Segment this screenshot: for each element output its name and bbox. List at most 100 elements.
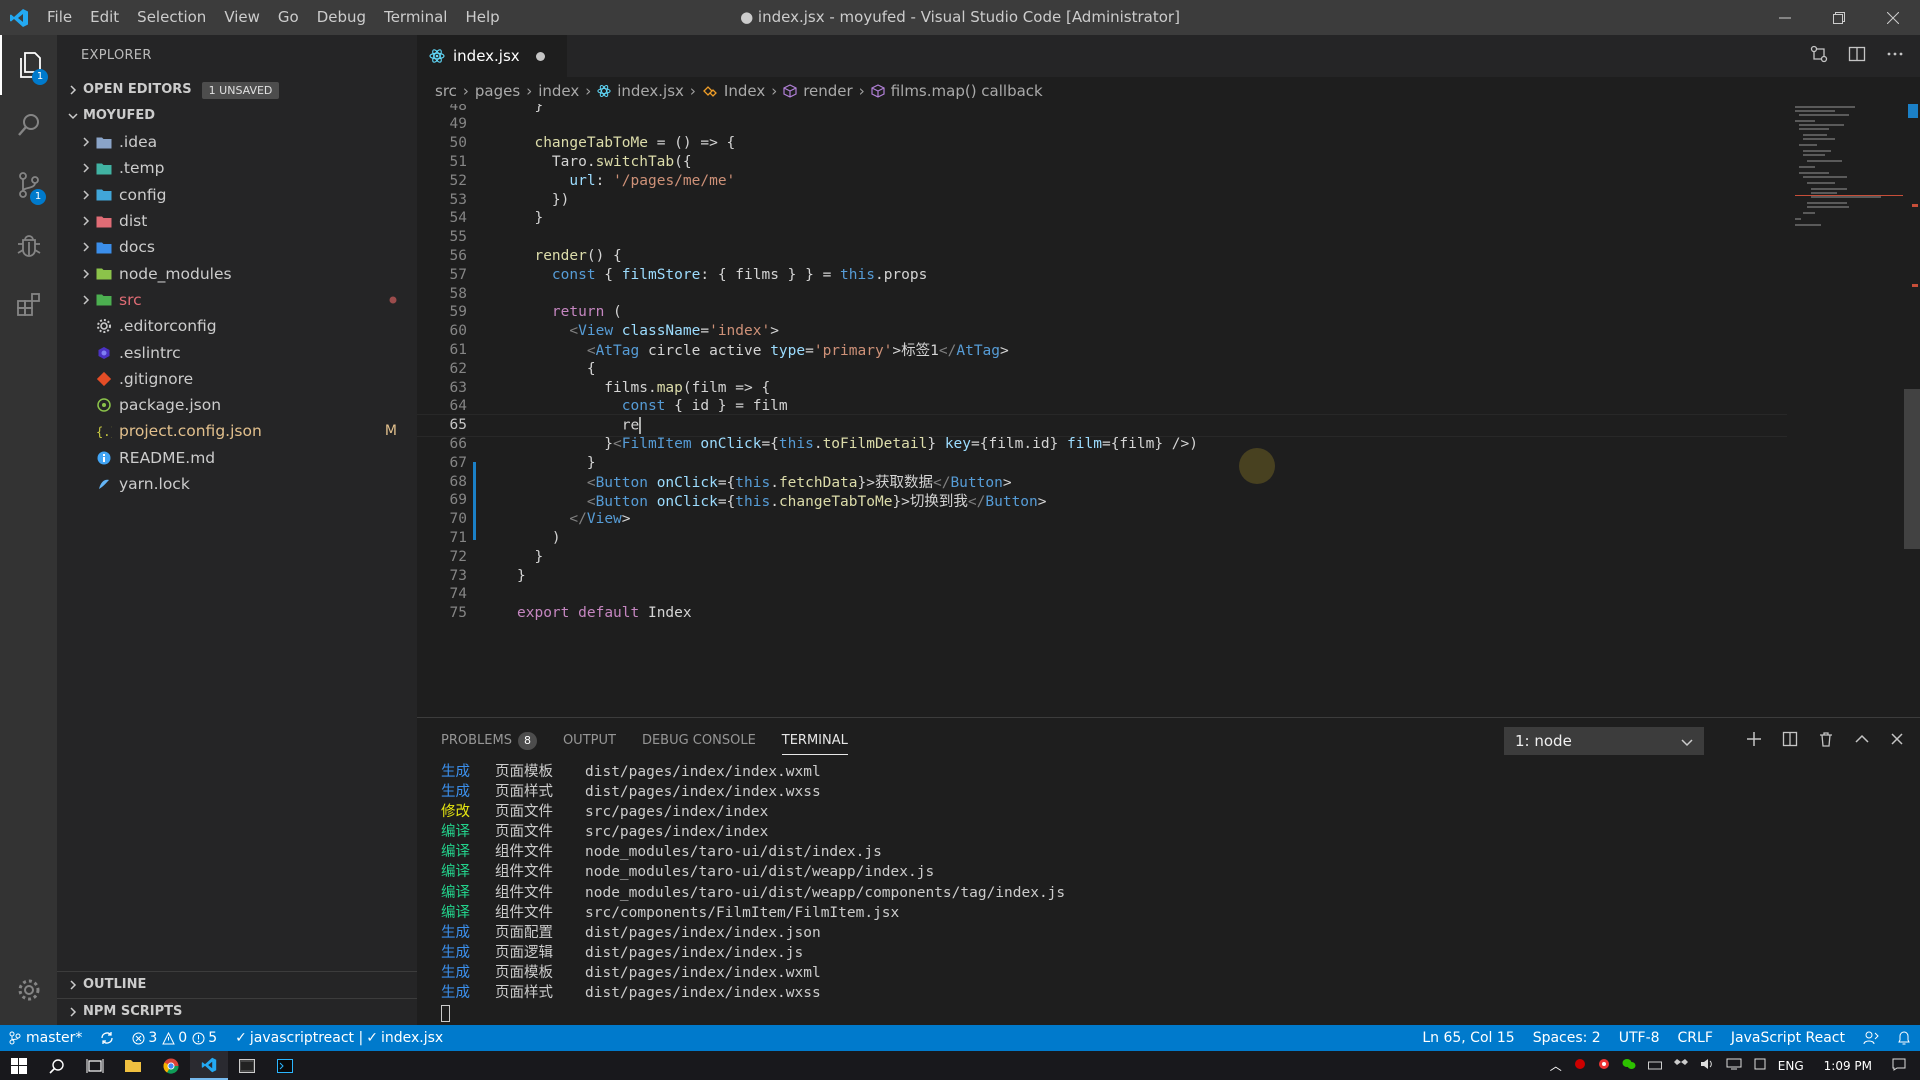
terminal-app-icon[interactable] (266, 1051, 304, 1080)
more-actions-icon[interactable] (1886, 45, 1904, 67)
open-changes-icon[interactable] (1810, 45, 1828, 67)
tray-dropbox-icon[interactable] (1668, 1058, 1694, 1073)
tree-folder[interactable]: docs (57, 234, 417, 260)
menu-help[interactable]: Help (456, 0, 508, 35)
tray-chevron-up-icon[interactable]: ︿ (1544, 1057, 1568, 1074)
editor-scrollbar[interactable] (1904, 104, 1920, 717)
trash-icon[interactable] (1818, 731, 1834, 751)
close-panel-icon[interactable] (1890, 732, 1904, 750)
split-editor-icon[interactable] (1848, 45, 1866, 67)
tree-folder[interactable]: src (57, 287, 417, 313)
line-code: const { id } = film (621, 398, 788, 415)
vscode-taskbar-icon[interactable] (190, 1051, 228, 1080)
outline-section[interactable]: OUTLINE (57, 971, 417, 998)
code-editor[interactable]: 48 } 49 50 changeTabToMe = () => {51 Taro.… (417, 104, 1904, 717)
tray-record-icon[interactable] (1568, 1058, 1592, 1073)
tray-network-icon[interactable] (1720, 1058, 1748, 1073)
taskbar-search-icon[interactable] (38, 1051, 76, 1080)
close-window-button[interactable] (1866, 0, 1920, 35)
line-number: 50 (449, 135, 467, 152)
code-line[interactable]: 75 export default Index (417, 602, 1787, 625)
workspace-section[interactable]: MOYUFED (57, 103, 417, 129)
overview-ruler-marker (1908, 104, 1918, 118)
source-control-icon[interactable]: 1 (0, 155, 57, 215)
menu-debug[interactable]: Debug (308, 0, 375, 35)
tab-problems[interactable]: PROBLEMS 8 (441, 718, 537, 764)
tray-storage-icon[interactable] (1642, 1059, 1668, 1073)
breadcrumb-file[interactable]: index.jsx (617, 82, 684, 100)
minimap[interactable] (1787, 104, 1904, 717)
tab-terminal[interactable]: TERMINAL (781, 727, 848, 755)
tree-file[interactable]: .eslintrc (57, 339, 417, 365)
menu-selection[interactable]: Selection (128, 0, 215, 35)
scrollbar-thumb[interactable] (1904, 389, 1920, 549)
tree-file[interactable]: {.} project.config.json M (57, 418, 417, 444)
encoding[interactable]: UTF-8 (1610, 1025, 1669, 1051)
tree-folder[interactable]: node_modules (57, 260, 417, 286)
breadcrumb-index-folder[interactable]: index (538, 82, 579, 100)
tree-file[interactable]: package.json (57, 392, 417, 418)
minimize-button[interactable] (1758, 0, 1812, 35)
tree-folder[interactable]: .idea (57, 129, 417, 155)
tray-netease-icon[interactable] (1592, 1058, 1616, 1073)
app-window-icon[interactable] (228, 1051, 266, 1080)
maximize-panel-icon[interactable] (1854, 731, 1870, 751)
line-number: 57 (449, 266, 467, 283)
terminal-output[interactable]: 生成 页面模板 dist/pages/index/index.wxml 生成 页面样式 d… (441, 762, 1065, 1023)
tray-volume-icon[interactable] (1694, 1058, 1720, 1073)
notifications-bell-icon[interactable] (1888, 1025, 1920, 1051)
tree-folder[interactable]: .temp (57, 155, 417, 181)
extensions-icon[interactable] (0, 275, 57, 335)
windows-start-icon[interactable] (0, 1051, 38, 1080)
chrome-icon[interactable] (152, 1051, 190, 1080)
breadcrumb-callback[interactable]: films.map() callback (891, 82, 1043, 100)
task-view-icon[interactable] (76, 1051, 114, 1080)
tray-wechat-icon[interactable] (1616, 1058, 1642, 1073)
tree-file[interactable]: yarn.lock (57, 471, 417, 497)
open-editors-section[interactable]: OPEN EDITORS 1 UNSAVED (57, 77, 417, 103)
tab-debug-console[interactable]: DEBUG CONSOLE (642, 718, 756, 764)
breadcrumb-src[interactable]: src (435, 82, 457, 100)
line-code: }<FilmItem onClick={this.toFilmDetail} k… (517, 435, 1198, 452)
end-of-line[interactable]: CRLF (1669, 1025, 1722, 1051)
debug-icon[interactable] (0, 215, 57, 275)
menu-terminal[interactable]: Terminal (375, 0, 456, 35)
tree-folder[interactable]: dist (57, 208, 417, 234)
breadcrumb-method[interactable]: render (803, 82, 853, 100)
tab-output[interactable]: OUTPUT (563, 718, 616, 764)
new-terminal-icon[interactable] (1746, 731, 1762, 751)
terminal-select[interactable]: 1: node (1504, 727, 1704, 755)
menu-edit[interactable]: Edit (81, 0, 128, 35)
search-icon[interactable] (0, 95, 57, 155)
explorer-icon[interactable]: 1 (0, 35, 57, 95)
problems-status[interactable]: 3 0 5 (123, 1025, 226, 1051)
line-code: </View> (569, 511, 631, 528)
git-branch[interactable]: master* (0, 1025, 91, 1051)
breadcrumb-pages[interactable]: pages (475, 82, 520, 100)
sync-icon[interactable] (91, 1025, 123, 1051)
tree-file[interactable]: .gitignore (57, 366, 417, 392)
tab-index-jsx[interactable]: index.jsx (417, 35, 567, 77)
restore-button[interactable] (1812, 0, 1866, 35)
file-explorer-icon[interactable] (114, 1051, 152, 1080)
npm-scripts-section[interactable]: NPM SCRIPTS (57, 998, 417, 1025)
split-terminal-icon[interactable] (1782, 731, 1798, 751)
tree-file[interactable]: .editorconfig (57, 313, 417, 339)
menu-go[interactable]: Go (269, 0, 308, 35)
feedback-icon[interactable] (1854, 1025, 1888, 1051)
tray-language[interactable]: ENG (1772, 1059, 1810, 1073)
cursor-position[interactable]: Ln 65, Col 15 (1413, 1025, 1523, 1051)
tray-clock[interactable]: 1:09 PM (1810, 1059, 1886, 1073)
language-mode[interactable]: JavaScript React (1722, 1025, 1854, 1051)
linter-status[interactable]: ✓ javascriptreact | ✓ index.jsx (226, 1025, 452, 1051)
indentation[interactable]: Spaces: 2 (1524, 1025, 1610, 1051)
unsaved-dot-icon[interactable] (536, 51, 545, 61)
breadcrumb-class[interactable]: Index (724, 82, 765, 100)
tray-ime-icon[interactable] (1748, 1058, 1772, 1073)
menu-view[interactable]: View (215, 0, 269, 35)
tree-folder[interactable]: config (57, 182, 417, 208)
action-center-icon[interactable] (1886, 1058, 1920, 1074)
menu-file[interactable]: File (38, 0, 81, 35)
manage-gear-icon[interactable] (0, 960, 57, 1020)
tree-file[interactable]: README.md (57, 445, 417, 471)
